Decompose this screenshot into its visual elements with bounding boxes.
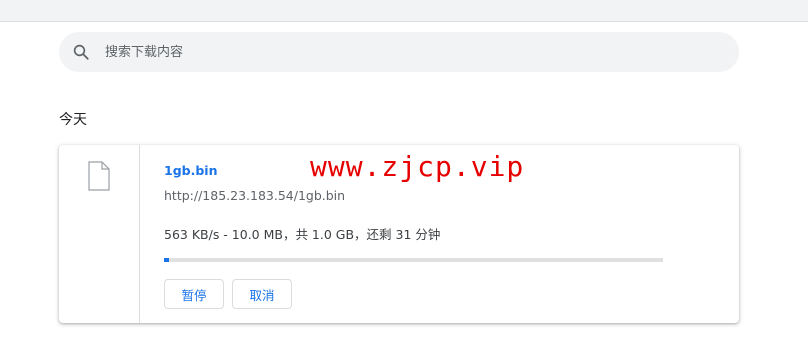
download-progress-fill	[164, 258, 169, 262]
watermark-text: www.zjcp.vip	[310, 150, 525, 183]
pause-button[interactable]: 暂停	[164, 279, 224, 309]
search-input[interactable]	[105, 32, 705, 72]
file-icon	[88, 161, 110, 191]
search-bar[interactable]	[59, 32, 739, 72]
file-icon-column	[59, 145, 140, 323]
date-group-header: 今天	[59, 112, 87, 128]
download-progress-bar	[164, 258, 663, 262]
file-name-link[interactable]: 1gb.bin	[164, 163, 217, 178]
cancel-button[interactable]: 取消	[232, 279, 292, 309]
download-status: 563 KB/s - 10.0 MB，共 1.0 GB，还剩 31 分钟	[164, 227, 441, 242]
top-toolbar	[0, 0, 808, 22]
file-url[interactable]: http://185.23.183.54/1gb.bin	[164, 188, 345, 203]
search-icon	[73, 44, 89, 60]
